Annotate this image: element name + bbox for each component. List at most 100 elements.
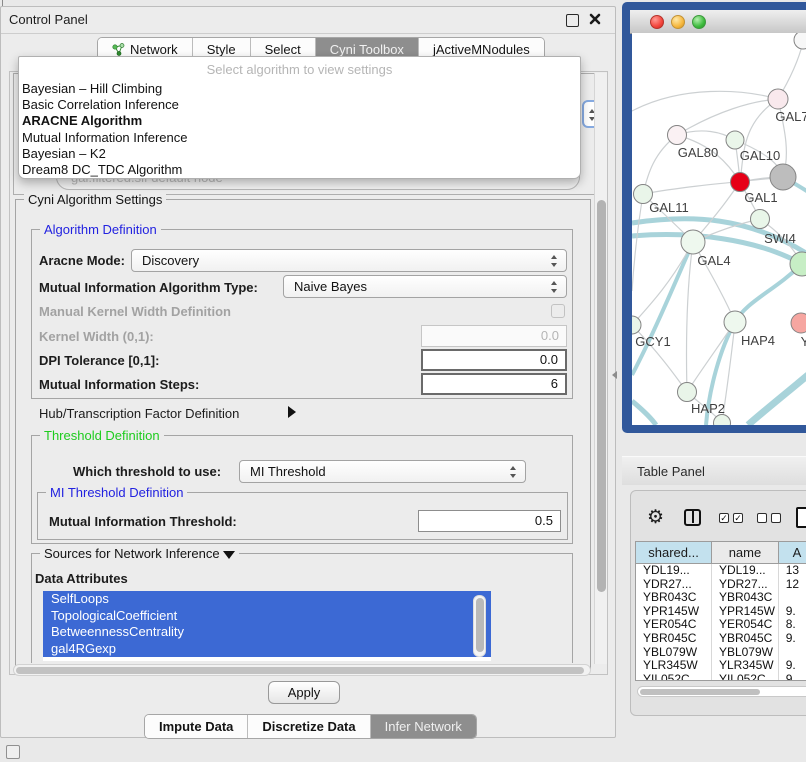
network-node-gal1[interactable]: [731, 173, 750, 192]
table-row[interactable]: YIL052CYIL052C9: [636, 673, 806, 681]
tab-infer-network[interactable]: Infer Network: [371, 715, 476, 738]
column-header-a[interactable]: A: [779, 542, 806, 564]
mi-type-combo[interactable]: Naive Bayes: [283, 275, 567, 298]
table-cell: YLR345W: [712, 659, 779, 673]
table-horizontal-scrollbar[interactable]: [637, 686, 806, 697]
algorithm-option-mutual-information-inference[interactable]: Mutual Information Inference: [22, 130, 578, 146]
table-row[interactable]: YER054CYER054C8.: [636, 618, 806, 632]
data-attributes-list[interactable]: SelfLoopsTopologicalCoefficientBetweenne…: [43, 591, 491, 661]
deselect-all-icon[interactable]: [757, 513, 781, 523]
table-cell: 9: [779, 673, 806, 681]
zoom-traffic-light-icon[interactable]: [692, 15, 706, 29]
sources-group-title: Sources for Network Inference: [40, 546, 239, 561]
table-rows: YDL19...YDL19...13YDR27...YDR27...12YBR0…: [636, 564, 806, 681]
tab-discretize-data[interactable]: Discretize Data: [248, 715, 370, 738]
network-node[interactable]: [794, 33, 806, 49]
network-node[interactable]: [751, 210, 770, 229]
network-node-gcy1[interactable]: [632, 316, 641, 334]
network-node-hap4[interactable]: [724, 311, 746, 333]
node-label-gal1: GAL1: [744, 190, 777, 205]
table-cell: YER054C: [712, 618, 779, 632]
attribute-item-selfloops[interactable]: SelfLoops: [43, 591, 491, 608]
column-header-shared[interactable]: shared...: [636, 542, 712, 564]
network-node-hap2[interactable]: [678, 383, 697, 402]
mi-threshold-field[interactable]: 0.5: [418, 510, 561, 532]
settings-hscrollbar-thumb[interactable]: [16, 667, 584, 674]
show-columns-icon[interactable]: [684, 509, 701, 526]
algorithm-dropdown-prompt: Select algorithm to view settings: [19, 62, 580, 77]
table-row[interactable]: YPR145WYPR145W9.: [636, 605, 806, 619]
table-cell: YDR27...: [712, 578, 779, 592]
manual-kernel-checkbox[interactable]: [551, 304, 565, 318]
node-label-y: Y: [801, 334, 806, 349]
column-header-name[interactable]: name: [712, 542, 779, 564]
network-edge[interactable]: [687, 242, 693, 392]
mi-steps-field[interactable]: 6: [421, 373, 567, 395]
close-traffic-light-icon[interactable]: [650, 15, 664, 29]
mi-type-label: Mutual Information Algorithm Type:: [39, 280, 258, 295]
network-edge[interactable]: [632, 91, 778, 111]
minimize-traffic-light-icon[interactable]: [671, 15, 685, 29]
attribute-item-topologicalcoefficient[interactable]: TopologicalCoefficient: [43, 608, 491, 625]
gear-icon[interactable]: ⚙: [647, 505, 664, 531]
network-edge[interactable]: [677, 99, 778, 135]
network-graph: GAL7GAL80GAL10GAL1GAL11SWI4GAL4GCY1HAP4Y…: [632, 33, 806, 425]
tab-impute-data[interactable]: Impute Data: [145, 715, 248, 738]
table-row[interactable]: YBR045CYBR045C9.: [636, 632, 806, 646]
table-row[interactable]: YDR27...YDR27...12: [636, 578, 806, 592]
algorithm-option-dream8-dc-tdc-algorithm[interactable]: Dream8 DC_TDC Algorithm: [22, 162, 578, 178]
network-node-gal10[interactable]: [726, 131, 744, 149]
which-threshold-combo[interactable]: MI Threshold: [239, 460, 526, 483]
apply-button[interactable]: Apply: [268, 681, 340, 704]
settings-horizontal-scrollbar[interactable]: [13, 664, 591, 676]
settings-vertical-scrollbar[interactable]: [594, 73, 607, 664]
aracne-mode-combo[interactable]: Discovery: [131, 249, 567, 272]
algorithm-option-bayesian-hill-climbing[interactable]: Bayesian – Hill Climbing: [22, 81, 578, 97]
network-canvas[interactable]: GAL7GAL80GAL10GAL1GAL11SWI4GAL4GCY1HAP4Y…: [632, 33, 806, 425]
table-row[interactable]: YLR345WYLR345W9.: [636, 659, 806, 673]
network-node-y[interactable]: [791, 313, 806, 333]
tab-label: Select: [265, 42, 301, 57]
table-row[interactable]: YBR043CYBR043C: [636, 591, 806, 605]
kernel-width-field[interactable]: 0.0: [421, 325, 567, 347]
table-row[interactable]: YDL19...YDL19...13: [636, 564, 806, 578]
close-icon[interactable]: [588, 12, 602, 26]
table-hscrollbar-thumb[interactable]: [640, 689, 760, 695]
network-edge[interactable]: [632, 242, 693, 375]
table-row[interactable]: YBL079WYBL079W: [636, 646, 806, 660]
network-node-gal7[interactable]: [768, 89, 788, 109]
network-node-gal4[interactable]: [681, 230, 705, 254]
algorithm-option-aracne-algorithm[interactable]: ARACNE Algorithm: [22, 113, 578, 129]
attribute-item-gal4rgexp[interactable]: gal4RGexp: [43, 641, 491, 658]
export-table-icon[interactable]: [796, 507, 806, 528]
network-edge[interactable]: [632, 401, 656, 425]
panel-splitter-collapse-icon[interactable]: [612, 371, 617, 379]
attribute-item-betweennesscentrality[interactable]: BetweennessCentrality: [43, 624, 491, 641]
tab-label: Impute Data: [159, 719, 233, 734]
network-node-gal80[interactable]: [668, 126, 687, 145]
network-edge[interactable]: [643, 135, 677, 194]
hub-section-label[interactable]: Hub/Transcription Factor Definition: [39, 406, 239, 421]
node-label-hap4: HAP4: [741, 333, 775, 348]
algorithm-dropdown-popup: Select algorithm to view settings Bayesi…: [18, 56, 581, 179]
algorithm-option-bayesian-k2[interactable]: Bayesian – K2: [22, 146, 578, 162]
network-window-titlebar[interactable]: [630, 10, 806, 34]
tab-label: Network: [130, 42, 178, 57]
table-cell: YLR345W: [636, 659, 712, 673]
tab-label: Discretize Data: [262, 719, 355, 734]
network-edge[interactable]: [748, 375, 806, 425]
table-panel-title: Table Panel: [637, 464, 705, 479]
attributes-list-scrollbar[interactable]: [473, 595, 486, 657]
float-window-icon[interactable]: [566, 14, 579, 27]
algorithm-option-basic-correlation-inference[interactable]: Basic Correlation Inference: [22, 97, 578, 113]
collapse-arrow-icon[interactable]: [223, 551, 235, 559]
network-node[interactable]: [770, 164, 796, 190]
table-cell: YBL079W: [636, 646, 712, 660]
network-edge[interactable]: [632, 194, 643, 291]
attributes-scrollbar-thumb[interactable]: [476, 598, 484, 652]
settings-vscrollbar-thumb[interactable]: [597, 200, 606, 592]
dpi-tolerance-field[interactable]: 0.0: [421, 349, 567, 371]
collapsed-panel-icon[interactable]: [6, 745, 20, 759]
select-all-icon[interactable]: ✓ ✓: [719, 513, 743, 523]
expand-arrow-icon[interactable]: [288, 406, 296, 418]
